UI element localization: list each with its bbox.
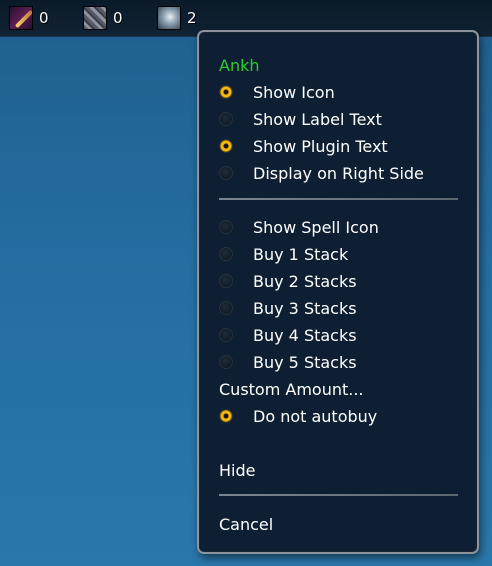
radio-show-icon[interactable] xyxy=(219,85,233,99)
menu-item-buy-3-stacks[interactable]: Buy 3 Stacks xyxy=(219,296,357,320)
menu-item-label: Show Label Text xyxy=(253,109,382,129)
radio-do-not-autobuy[interactable] xyxy=(219,409,233,423)
menu-item-label: Show Plugin Text xyxy=(253,136,388,156)
menu-item-buy-2-stacks[interactable]: Buy 2 Stacks xyxy=(219,269,357,293)
radio-show-label-text[interactable] xyxy=(219,112,233,126)
menu-item-do-not-autobuy[interactable]: Do not autobuy xyxy=(219,404,377,428)
ankh-icon[interactable] xyxy=(157,6,181,30)
menu-item-display-right-side[interactable]: Display on Right Side xyxy=(219,161,424,185)
menu-item-label: Buy 3 Stacks xyxy=(253,298,357,318)
radio-buy-5-stacks[interactable] xyxy=(219,355,233,369)
plugin-feather-count: 0 xyxy=(39,9,49,27)
menu-divider xyxy=(219,494,458,496)
feather-icon[interactable] xyxy=(9,6,33,30)
radio-show-spell-icon[interactable] xyxy=(219,220,233,234)
menu-item-hide[interactable]: Hide xyxy=(219,458,255,482)
plugin-ankh[interactable]: 2 xyxy=(157,5,197,31)
radio-show-plugin-text[interactable] xyxy=(219,139,233,153)
menu-item-cancel[interactable]: Cancel xyxy=(219,512,273,536)
menu-item-label: Display on Right Side xyxy=(253,163,424,183)
menu-item-show-plugin-text[interactable]: Show Plugin Text xyxy=(219,134,388,158)
radio-display-right-side[interactable] xyxy=(219,166,233,180)
radio-buy-2-stacks[interactable] xyxy=(219,274,233,288)
radio-buy-1-stack[interactable] xyxy=(219,247,233,261)
menu-item-label: Show Spell Icon xyxy=(253,217,379,237)
menu-item-label: Buy 2 Stacks xyxy=(253,271,357,291)
menu-item-label: Buy 4 Stacks xyxy=(253,325,357,345)
menu-item-label: Buy 5 Stacks xyxy=(253,352,357,372)
ankh-dropdown-menu: Ankh Show Icon Show Label Text Show Plug… xyxy=(197,30,479,554)
plugin-rune[interactable]: 0 xyxy=(83,5,123,31)
menu-title: Ankh xyxy=(219,55,260,75)
menu-item-show-icon[interactable]: Show Icon xyxy=(219,80,335,104)
menu-item-label: Do not autobuy xyxy=(253,406,378,426)
menu-item-show-label-text[interactable]: Show Label Text xyxy=(219,107,382,131)
menu-item-buy-5-stacks[interactable]: Buy 5 Stacks xyxy=(219,350,357,374)
radio-buy-3-stacks[interactable] xyxy=(219,301,233,315)
plugin-ankh-count: 2 xyxy=(187,9,197,27)
menu-item-custom-amount[interactable]: Custom Amount... xyxy=(219,377,364,401)
menu-item-buy-1-stack[interactable]: Buy 1 Stack xyxy=(219,242,348,266)
rune-icon[interactable] xyxy=(83,6,107,30)
plugin-rune-count: 0 xyxy=(113,9,123,27)
menu-item-label: Buy 1 Stack xyxy=(253,244,349,264)
menu-divider xyxy=(219,198,458,200)
radio-buy-4-stacks[interactable] xyxy=(219,328,233,342)
menu-item-label: Show Icon xyxy=(253,82,335,102)
menu-item-buy-4-stacks[interactable]: Buy 4 Stacks xyxy=(219,323,357,347)
menu-item-show-spell-icon[interactable]: Show Spell Icon xyxy=(219,215,379,239)
plugin-feather[interactable]: 0 xyxy=(9,5,49,31)
